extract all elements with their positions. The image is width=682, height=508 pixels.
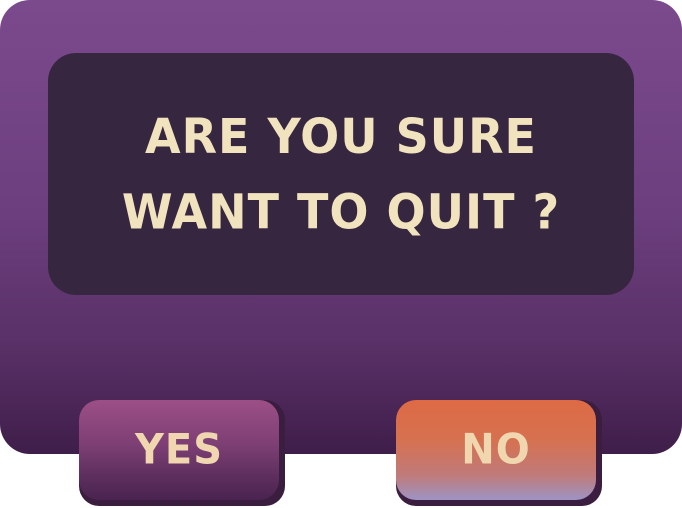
no-button-label: NO <box>461 425 531 475</box>
no-button-shadow: NO <box>396 400 602 506</box>
yes-button-label: YES <box>134 425 224 475</box>
message-line-2: WANT TO QUIT ? <box>121 183 561 241</box>
yes-button[interactable]: YES <box>79 400 279 500</box>
no-button[interactable]: NO <box>396 400 596 500</box>
message-line-1: ARE YOU SURE <box>145 107 537 165</box>
yes-button-shadow: YES <box>79 400 285 506</box>
quit-dialog: ARE YOU SURE WANT TO QUIT ? <box>0 0 682 454</box>
message-panel: ARE YOU SURE WANT TO QUIT ? <box>48 53 634 295</box>
confirm-message: ARE YOU SURE WANT TO QUIT ? <box>122 98 560 249</box>
